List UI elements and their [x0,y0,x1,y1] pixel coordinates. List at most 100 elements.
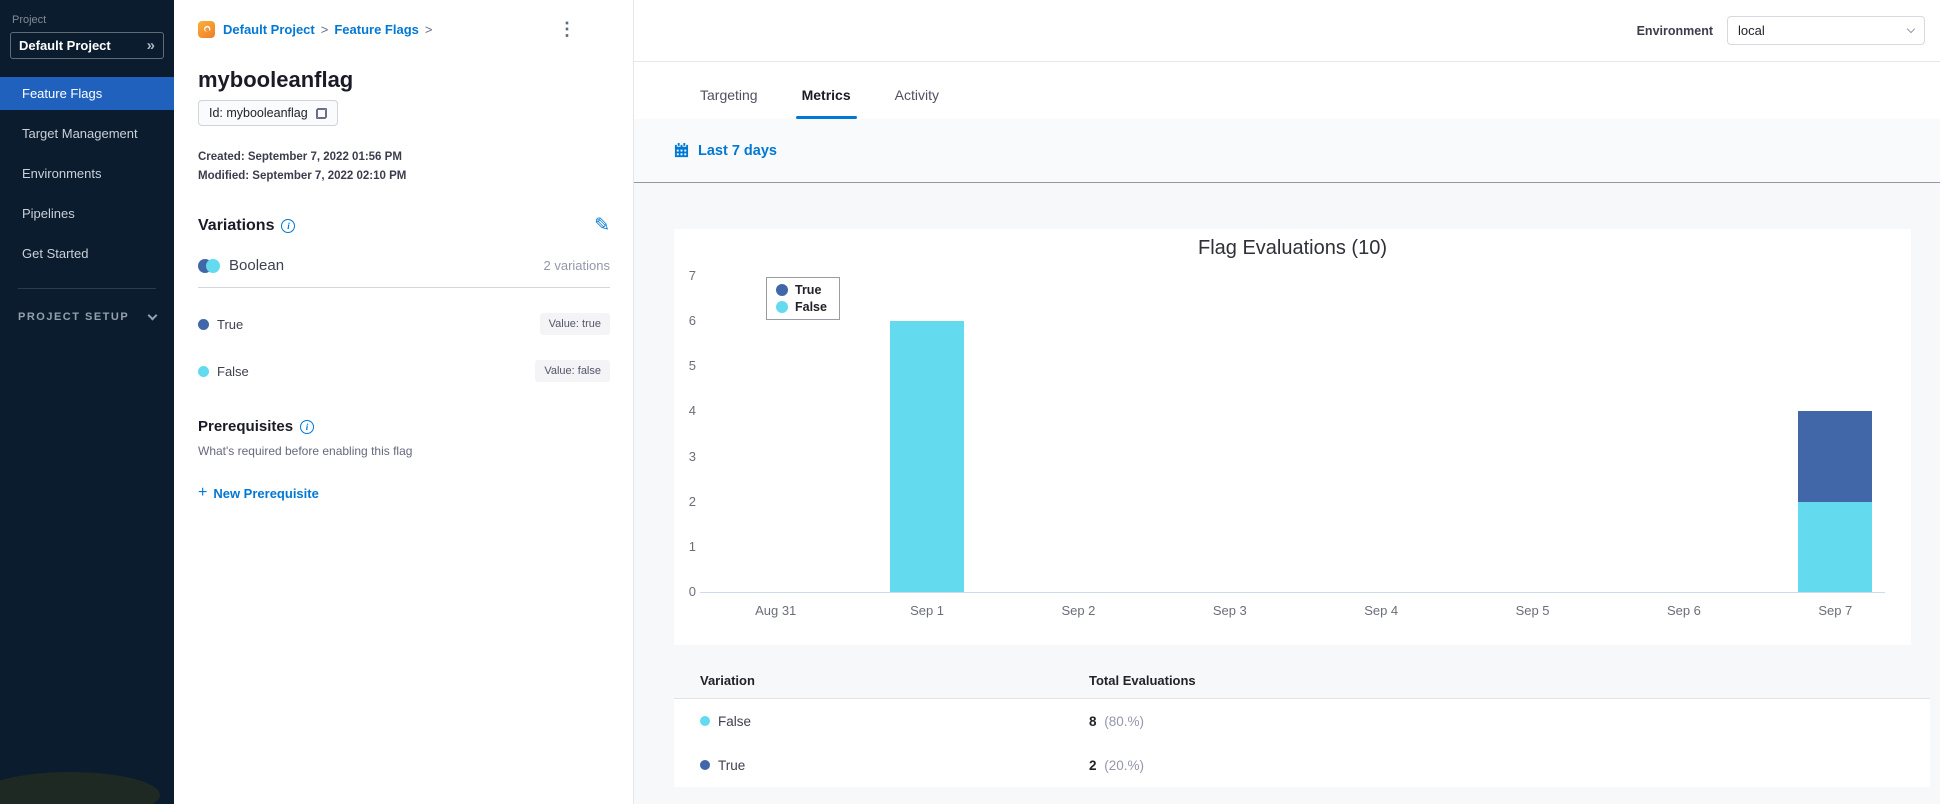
sidebar-item-target-management[interactable]: Target Management [0,117,174,150]
sidebar-item-get-started[interactable]: Get Started [0,237,174,270]
legend-true-dot [776,284,788,296]
tab-targeting[interactable]: Targeting [700,87,758,119]
variation-name: True [217,316,244,332]
info-icon[interactable]: i [300,419,315,434]
chart-title: Flag Evaluations (10) [1198,237,1387,259]
flag-id-chip[interactable]: Id: mybooleanflag [198,100,338,126]
x-axis-label: Sep 7 [1818,603,1853,618]
double-chevron-right-icon: » [146,37,155,54]
x-axis-label: Aug 31 [755,603,797,618]
y-axis-tick: 2 [688,493,696,509]
table-header-total-evaluations: Total Evaluations [1089,672,1196,688]
created-timestamp: Created: September 7, 2022 01:56 PM [198,151,402,163]
flag-tabs: Targeting Metrics Activity [634,62,1940,119]
feature-flags-logo-icon [198,20,215,38]
prerequisites-heading: Prerequisites [198,418,294,435]
boolean-variation-icon [198,258,220,273]
variations-heading: Variations [198,216,275,234]
new-prerequisite-button[interactable]: + New Prerequisite [198,484,319,502]
sidebar-decoration [0,772,160,804]
flag-detail-panel: Default Project > Feature Flags > ⋮ mybo… [174,0,634,804]
flag-timestamps: Created: September 7, 2022 01:56 PM Modi… [198,148,610,186]
chart-card: Flag Evaluations (10) True False 0 1 2 3 4 5 6… [674,229,1911,645]
sidebar-item-feature-flags[interactable]: Feature Flags [0,77,174,110]
true-color-dot [700,760,710,770]
chevron-down-icon [1906,24,1916,34]
legend-item-false[interactable]: False [776,300,827,314]
table-cell-variation: False [718,713,752,729]
project-label: Project [12,14,47,26]
breadcrumb-separator: > [320,21,329,37]
environment-select[interactable]: local [1727,16,1925,45]
environment-value: local [1738,23,1765,38]
tab-metrics[interactable]: Metrics [795,87,857,119]
x-axis-label: Sep 6 [1666,603,1701,618]
section-gap [674,645,1940,662]
variation-type-label: Boolean [229,257,285,274]
flag-id-text: Id: mybooleanflag [209,106,308,120]
variation-row-true: True Value: true [198,313,610,335]
y-axis-tick: 0 [688,584,696,599]
y-axis-tick: 3 [688,448,696,464]
y-axis-tick: 5 [688,358,696,374]
bar-false-sep-1 [890,321,965,592]
project-setup-toggle[interactable]: PROJECT SETUP [18,310,158,323]
edit-variations-pencil-icon[interactable]: ✎ [594,216,610,235]
breadcrumb-default-project[interactable]: Default Project [223,22,315,37]
flag-title: mybooleanflag [198,67,354,92]
x-axis-label: Sep 1 [910,603,945,618]
date-range-filter[interactable]: Last 7 days [634,119,1940,183]
y-axis-tick: 7 [688,268,696,283]
legend-item-true[interactable]: True [776,283,827,297]
project-selector[interactable]: Default Project » [10,32,164,59]
plus-icon: + [198,484,208,501]
main-panel: Environment local Targeting Metrics Acti… [634,0,1940,804]
table-header-variation: Variation [700,672,755,688]
false-color-dot [198,365,209,377]
table-cell-percent: (80.%) [1104,713,1145,729]
evaluations-table: Variation Total Evaluations False 8 (80.… [674,662,1930,787]
variation-type-row: Boolean 2 variations [198,257,610,288]
breadcrumb-separator: > [424,21,433,37]
project-selector-value: Default Project [19,38,111,53]
chart-legend: True False [766,277,840,320]
variation-value-badge: Value: false [535,360,610,382]
legend-false-dot [776,301,788,313]
metrics-section: Flag Evaluations (10) True False 0 1 2 3 4 5 6… [634,183,1940,804]
table-row: False 8 (80.%) [674,699,1930,743]
info-icon[interactable]: i [281,218,296,233]
prerequisites-description: What's required before enabling this fla… [198,444,413,458]
table-row: True 2 (20.%) [674,743,1930,787]
sidebar-item-pipelines[interactable]: Pipelines [0,197,174,230]
project-sidebar: Project Default Project » Feature Flags … [0,0,174,804]
modified-timestamp: Modified: September 7, 2022 02:10 PM [198,170,407,182]
x-axis-label: Sep 4 [1364,603,1399,618]
table-cell-count: 8 [1089,713,1097,729]
table-cell-count: 2 [1089,757,1097,773]
breadcrumb: Default Project > Feature Flags > [198,20,433,38]
bar-true-sep-7 [1798,411,1873,502]
variation-name: False [217,363,249,379]
new-prerequisite-label: New Prerequisite [213,485,319,501]
environment-label: Environment [1636,23,1713,38]
date-range-label: Last 7 days [698,142,777,159]
true-color-dot [198,318,209,330]
project-setup-label: PROJECT SETUP [18,311,130,323]
x-axis-label: Sep 2 [1061,603,1096,618]
more-options-icon[interactable]: ⋮ [558,20,576,38]
breadcrumb-feature-flags[interactable]: Feature Flags [334,22,419,37]
y-axis-tick: 6 [688,313,696,329]
variation-count: 2 variations [543,258,610,273]
environment-header: Environment local [634,0,1940,62]
tab-activity[interactable]: Activity [895,87,939,119]
sidebar-divider [18,288,156,289]
false-color-dot [700,716,710,726]
copy-icon[interactable] [315,107,327,119]
sidebar-item-environments[interactable]: Environments [0,157,174,190]
y-axis-tick: 1 [688,538,696,554]
table-cell-variation: True [718,757,746,773]
legend-true-label: True [795,283,822,297]
x-axis-label: Sep 3 [1212,603,1247,618]
x-axis-line [700,592,1885,593]
legend-false-label: False [795,300,827,314]
